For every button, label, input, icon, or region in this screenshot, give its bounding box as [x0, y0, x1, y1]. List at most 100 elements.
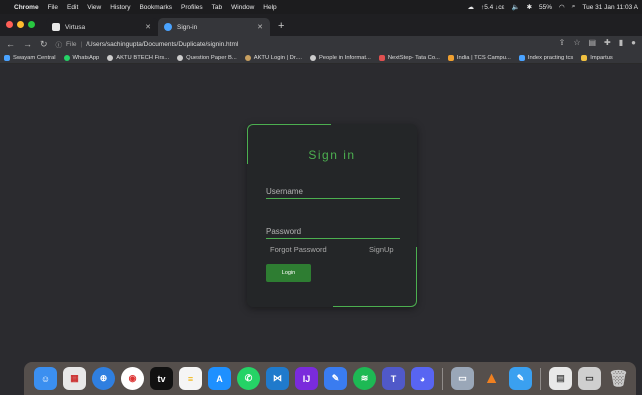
login-button[interactable]: Login	[266, 264, 311, 282]
menu-help[interactable]: Help	[263, 4, 276, 11]
url-separator: |	[80, 40, 83, 48]
forgot-password-link[interactable]: Forgot Password	[270, 245, 327, 254]
vscode-icon[interactable]: ⋈	[266, 367, 289, 390]
username-input[interactable]	[266, 185, 400, 199]
url-scheme: File	[66, 40, 77, 48]
menu-history[interactable]: History	[110, 4, 130, 11]
zoom-window-button[interactable]	[28, 21, 35, 28]
bookmark-item[interactable]: Index practing tcs	[518, 54, 573, 61]
cloud-icon[interactable]: ☁	[467, 3, 474, 11]
password-input[interactable]	[266, 225, 400, 239]
close-tab-icon[interactable]: ✕	[145, 23, 151, 31]
notes-icon[interactable]: ≡	[179, 367, 202, 390]
menu-bookmarks[interactable]: Bookmarks	[139, 4, 172, 11]
globe-icon	[309, 54, 316, 61]
menu-edit[interactable]: Edit	[67, 4, 78, 11]
window-controls	[6, 21, 35, 28]
address-bar[interactable]: ⓘ File | /Users/sachingupta/Documents/Du…	[56, 38, 239, 50]
document-file-icon[interactable]: ▤	[549, 367, 572, 390]
tab-virtusa[interactable]: Virtusa ✕	[46, 18, 158, 36]
card-accent-border	[333, 247, 417, 307]
document-icon	[518, 54, 525, 61]
network-speed[interactable]: ↑5.4 ↓cε	[481, 4, 505, 11]
menu-file[interactable]: File	[48, 4, 58, 11]
chrome-icon[interactable]: ◉	[121, 367, 144, 390]
signup-link[interactable]: SignUp	[369, 245, 394, 254]
volume-icon[interactable]: 🔈	[511, 3, 519, 11]
tab-label: Virtusa	[65, 23, 86, 31]
menu-profiles[interactable]: Profiles	[181, 4, 203, 11]
bookmark-item[interactable]: India | TCS Campu...	[447, 54, 511, 61]
minimize-window-button[interactable]	[17, 21, 24, 28]
vlc-icon[interactable]: ▲	[480, 367, 503, 390]
bookmark-item[interactable]: Swayam Central	[4, 54, 56, 61]
virtusa-favicon-icon	[52, 23, 60, 31]
bookmark-item[interactable]: AKTU Login | Dr....	[244, 54, 302, 61]
extension-icon[interactable]: ▤	[588, 38, 596, 47]
browser-toolbar: ← → ↻ ⓘ File | /Users/sachingupta/Docume…	[0, 36, 642, 52]
intellij-idea-icon[interactable]: IJ	[295, 367, 318, 390]
spotlight-search-icon[interactable]: ⌕	[572, 3, 576, 11]
menu-view[interactable]: View	[87, 4, 101, 11]
battery-percent[interactable]: 55%	[539, 4, 552, 11]
forward-arrow-icon[interactable]: →	[23, 39, 32, 50]
bookmark-favicon-icon	[4, 54, 10, 61]
globe-favicon-icon	[164, 23, 172, 31]
finder-icon[interactable]: ☺	[34, 367, 57, 390]
app-store-icon[interactable]: A	[208, 367, 231, 390]
whatsapp-icon	[63, 54, 70, 61]
profile-avatar-icon[interactable]: ●	[631, 38, 636, 47]
menu-tab[interactable]: Tab	[212, 4, 222, 11]
bookmark-item[interactable]: People in Informat...	[309, 54, 371, 61]
macos-menu-bar: Chrome File Edit View History Bookmarks …	[0, 0, 642, 14]
bookmark-item[interactable]: Impartus	[581, 54, 613, 61]
clock[interactable]: Tue 31 Jan 11:03 A	[582, 4, 638, 11]
puzzle-extensions-icon[interactable]: ✚	[604, 38, 611, 47]
reload-icon[interactable]: ↻	[40, 39, 48, 50]
menu-app-chrome[interactable]: Chrome	[14, 4, 39, 11]
tab-sign-in[interactable]: Sign-in ✕	[158, 18, 270, 36]
sign-in-card: Sign in Forgot Password SignUp Login	[247, 124, 417, 307]
downloads-stack-icon[interactable]: ▭	[578, 367, 601, 390]
tata-icon	[378, 54, 385, 61]
new-tab-button[interactable]: +	[278, 20, 284, 32]
bookmark-item[interactable]: AKTU BTECH Firs...	[107, 54, 169, 61]
pencil-app-icon[interactable]: ✎	[324, 367, 347, 390]
bookmark-item[interactable]: WhatsApp	[63, 54, 99, 61]
teams-icon[interactable]: T	[382, 367, 405, 390]
back-arrow-icon[interactable]: ←	[6, 39, 15, 50]
spotify-icon[interactable]: ≋	[353, 367, 376, 390]
launchpad-icon[interactable]: ▦	[63, 367, 86, 390]
markup-icon[interactable]: ✎	[509, 367, 532, 390]
bookmark-item[interactable]: NextStep- Tata Co...	[378, 54, 440, 61]
close-tab-icon[interactable]: ✕	[257, 23, 263, 31]
bookmark-item[interactable]: Question Paper B...	[177, 54, 237, 61]
whatsapp-icon[interactable]: ✆	[237, 367, 260, 390]
tcs-icon	[447, 54, 454, 61]
site-info-icon[interactable]: ⓘ	[56, 39, 63, 49]
tab-label: Sign-in	[177, 23, 198, 31]
safari-icon[interactable]: ⊕	[92, 367, 115, 390]
apple-tv-icon[interactable]: tv	[150, 367, 173, 390]
discord-icon[interactable]: ◕	[411, 367, 434, 390]
close-window-button[interactable]	[6, 21, 13, 28]
share-icon[interactable]: ⇪	[559, 38, 566, 47]
macos-dock: ☺ ▦ ⊕ ◉ tv ≡ A ✆ ⋈ IJ ✎ ≋ T ◕ ▭ ▲ ✎ ▤ ▭ …	[24, 362, 636, 395]
sign-in-title: Sign in	[308, 148, 356, 162]
menu-window[interactable]: Window	[231, 4, 254, 11]
bookmarks-bar: Swayam Central WhatsApp AKTU BTECH Firs.…	[0, 52, 642, 64]
page-content: Sign in Forgot Password SignUp Login	[0, 64, 642, 364]
sidebar-icon[interactable]: ▮	[619, 38, 623, 47]
bluetooth-icon[interactable]: ✱	[527, 3, 532, 11]
dock-separator	[540, 367, 541, 390]
system-preferences-icon[interactable]: ▭	[451, 367, 474, 390]
globe-icon	[107, 54, 114, 61]
impartus-icon	[581, 54, 588, 61]
trash-icon[interactable]: 🗑	[607, 367, 630, 390]
bookmark-star-icon[interactable]: ☆	[573, 38, 580, 47]
url-text[interactable]: /Users/sachingupta/Documents/Duplicate/s…	[86, 41, 238, 48]
aktu-icon	[244, 54, 251, 61]
globe-icon	[177, 54, 184, 61]
browser-tab-strip: Virtusa ✕ Sign-in ✕ +	[0, 14, 642, 36]
wifi-icon[interactable]: ◠	[559, 3, 565, 11]
